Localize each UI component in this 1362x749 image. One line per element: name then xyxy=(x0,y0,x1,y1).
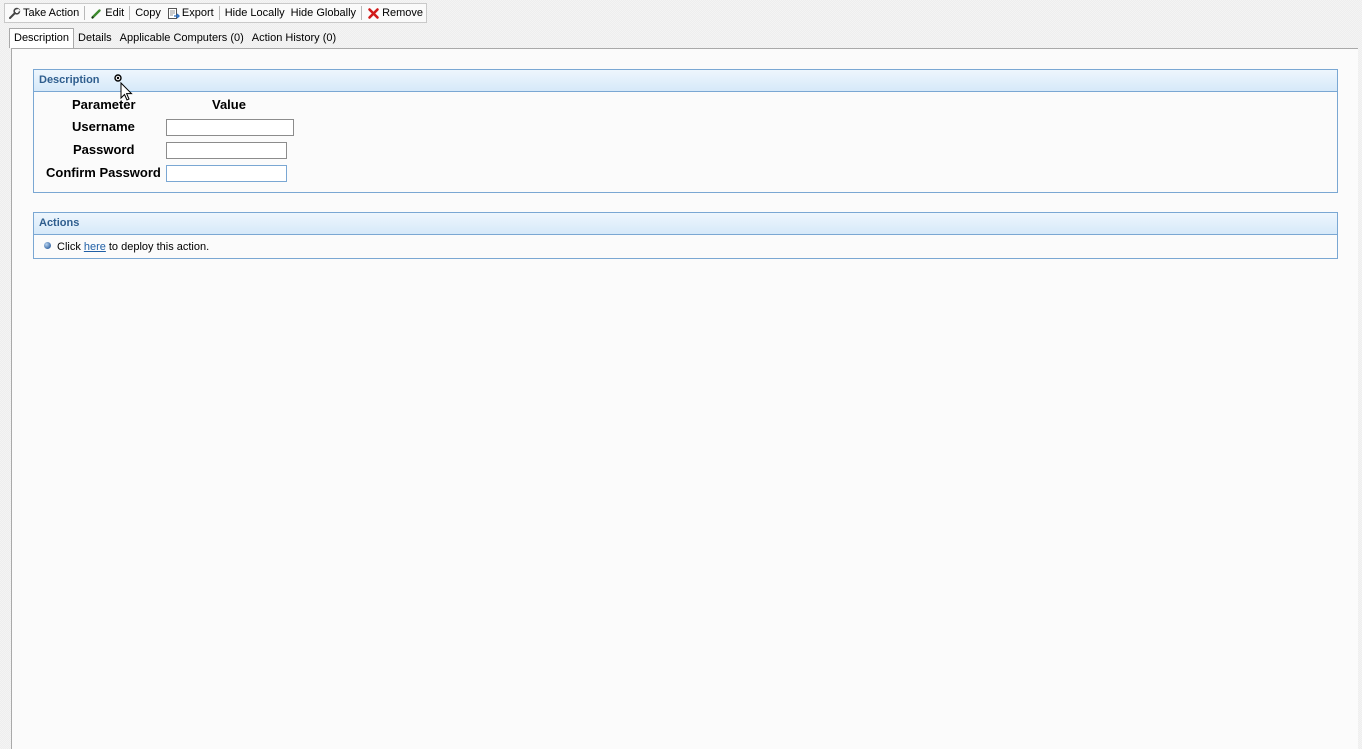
deploy-suffix-text: to deploy this action. xyxy=(108,240,210,253)
copy-label: Copy xyxy=(135,7,161,19)
blue-dot-icon xyxy=(44,242,51,249)
tab-bar: Description Details Applicable Computers… xyxy=(9,28,340,48)
toolbar-separator xyxy=(361,6,363,20)
deploy-here-link[interactable]: here xyxy=(84,236,106,258)
tab-details[interactable]: Details xyxy=(74,30,116,47)
value-column-header: Value xyxy=(212,97,246,112)
hide-globally-button[interactable]: Hide Globally xyxy=(288,4,359,22)
username-label: Username xyxy=(72,119,135,134)
parameter-column-header: Parameter xyxy=(72,97,136,112)
toolbar-separator xyxy=(84,6,86,20)
username-field[interactable] xyxy=(166,119,294,136)
tab-applicable-computers[interactable]: Applicable Computers (0) xyxy=(116,30,248,47)
remove-button[interactable]: Remove xyxy=(364,4,426,22)
deploy-action-line: Click here to deploy this action. xyxy=(34,235,1337,258)
remove-label: Remove xyxy=(382,7,424,19)
password-field[interactable] xyxy=(166,142,287,159)
take-action-label: Take Action xyxy=(23,7,80,19)
toolbar-separator xyxy=(218,6,220,20)
export-label: Export xyxy=(181,7,214,19)
toolbar-separator xyxy=(129,6,131,20)
toolbar: Take Action Edit Copy Export Hide Locall… xyxy=(4,3,428,23)
password-label: Password xyxy=(73,142,135,157)
description-section: Description Parameter Value Username Pas… xyxy=(33,69,1338,193)
wrench-icon xyxy=(8,7,21,20)
actions-section: Actions Click here to deploy this action… xyxy=(33,212,1338,259)
edit-button[interactable]: Edit xyxy=(87,4,127,22)
tab-content-panel: Description Parameter Value Username Pas… xyxy=(11,48,1358,749)
tab-action-history[interactable]: Action History (0) xyxy=(248,30,340,47)
parameter-table: Parameter Value Username Password Confir… xyxy=(34,92,1337,192)
hide-locally-button[interactable]: Hide Locally xyxy=(222,4,288,22)
deploy-prefix-text: Click xyxy=(57,240,81,253)
export-button[interactable]: Export xyxy=(164,4,217,22)
description-section-header: Description xyxy=(34,70,1337,92)
edit-label: Edit xyxy=(105,7,125,19)
pencil-icon xyxy=(90,7,103,20)
confirm-password-field[interactable] xyxy=(166,165,287,182)
hide-locally-label: Hide Locally xyxy=(224,7,285,19)
export-icon xyxy=(167,7,180,20)
actions-section-header: Actions xyxy=(34,213,1337,235)
take-action-button[interactable]: Take Action xyxy=(5,4,82,22)
hide-globally-label: Hide Globally xyxy=(290,7,357,19)
tab-description[interactable]: Description xyxy=(9,28,75,48)
red-x-icon xyxy=(367,7,380,20)
confirm-password-label: Confirm Password xyxy=(46,165,161,180)
copy-button[interactable]: Copy xyxy=(132,4,164,22)
